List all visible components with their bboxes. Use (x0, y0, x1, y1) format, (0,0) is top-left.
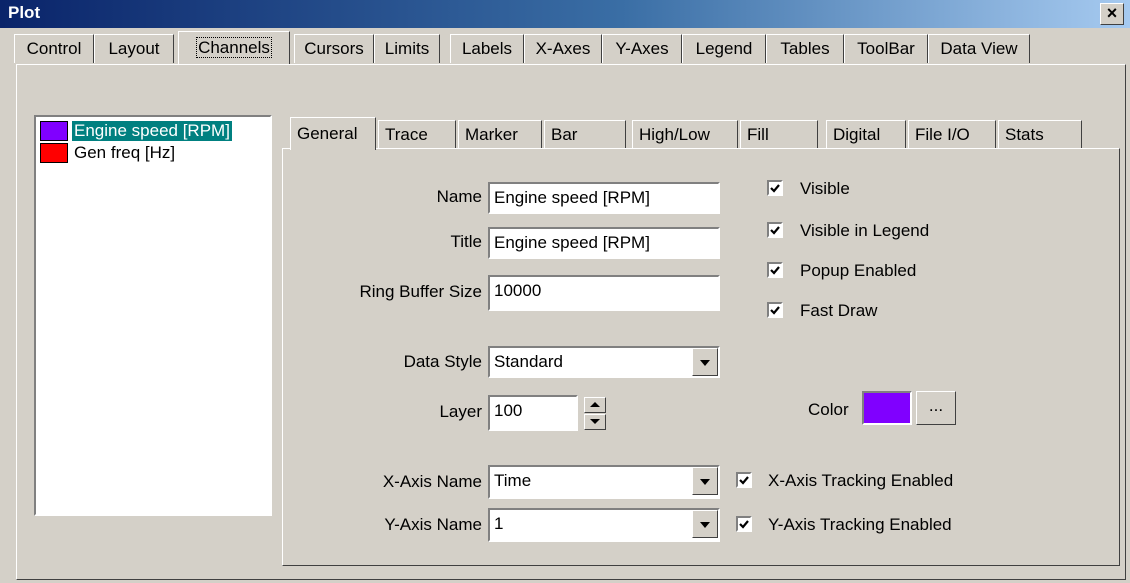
checkmark-icon (739, 520, 749, 529)
tab-file-io[interactable]: File I/O (908, 120, 996, 148)
name-input[interactable]: Engine speed [RPM] (488, 182, 720, 214)
checkmark-icon (770, 266, 780, 275)
tab-marker[interactable]: Marker (458, 120, 542, 148)
chevron-down-icon[interactable] (692, 348, 718, 376)
visible-label: Visible (800, 179, 850, 198)
name-label: Name (436, 187, 482, 206)
tab-bar[interactable]: Bar (544, 120, 626, 148)
title-label: Title (450, 232, 483, 251)
channel-color-swatch (40, 121, 68, 141)
tab-limits[interactable]: Limits (374, 34, 440, 63)
tab-digital[interactable]: Digital (826, 120, 906, 148)
close-button[interactable]: × (1100, 3, 1124, 25)
channel-color-swatch (40, 143, 68, 163)
tab-channels[interactable]: Channels (178, 31, 290, 64)
color-picker-button[interactable]: ... (916, 391, 956, 425)
popup-enabled-label: Popup Enabled (800, 261, 917, 280)
tab-trace[interactable]: Trace (378, 120, 456, 148)
x-axis-tracking-label: X-Axis Tracking Enabled (768, 471, 954, 490)
tab-x-axes[interactable]: X-Axes (524, 34, 602, 63)
channel-item-gen-freq[interactable]: Gen freq [Hz] (38, 141, 266, 165)
tab-high-low[interactable]: High/Low (632, 120, 738, 148)
x-axis-name-label: X-Axis Name (382, 472, 482, 491)
chevron-down-icon[interactable] (692, 510, 718, 538)
data-style-select[interactable]: Standard (488, 346, 720, 378)
tab-toolbar[interactable]: ToolBar (844, 34, 928, 63)
tab-general[interactable]: General (290, 117, 376, 150)
y-axis-name-select[interactable]: 1 (488, 508, 720, 542)
color-label: Color (808, 400, 849, 419)
ring-buffer-size-label: Ring Buffer Size (359, 282, 482, 301)
checkmark-icon (739, 476, 749, 485)
ring-buffer-size-input[interactable]: 10000 (488, 275, 720, 311)
tab-labels[interactable]: Labels (450, 34, 524, 63)
y-axis-tracking-label: Y-Axis Tracking Enabled (768, 515, 952, 534)
chevron-down-icon[interactable] (692, 467, 718, 495)
fast-draw-label: Fast Draw (800, 301, 878, 320)
data-style-label: Data Style (403, 352, 482, 371)
channel-item-engine-speed[interactable]: Engine speed [RPM] (38, 119, 266, 143)
tab-data-view[interactable]: Data View (928, 34, 1030, 63)
title-input[interactable]: Engine speed [RPM] (488, 227, 720, 259)
spin-up-icon[interactable] (584, 397, 606, 413)
close-icon: × (1106, 3, 1118, 23)
tab-stats[interactable]: Stats (998, 120, 1082, 148)
tab-tables[interactable]: Tables (766, 34, 844, 63)
y-axis-tracking-checkbox[interactable] (736, 516, 752, 532)
visible-in-legend-checkbox[interactable] (767, 222, 783, 238)
y-axis-name-label: Y-Axis Name (384, 515, 482, 534)
popup-enabled-checkbox[interactable] (767, 262, 783, 278)
x-axis-name-select[interactable]: Time (488, 465, 720, 499)
checkmark-icon (770, 306, 780, 315)
visible-checkbox[interactable] (767, 180, 783, 196)
layer-label: Layer (439, 402, 482, 421)
title-bar[interactable]: Plot × (0, 0, 1130, 28)
channel-list[interactable]: Engine speed [RPM] Gen freq [Hz] (34, 115, 272, 516)
checkmark-icon (770, 184, 780, 193)
visible-in-legend-label: Visible in Legend (800, 221, 930, 240)
x-axis-tracking-checkbox[interactable] (736, 472, 752, 488)
tab-y-axes[interactable]: Y-Axes (602, 34, 682, 63)
tab-fill[interactable]: Fill (740, 120, 818, 148)
layer-input[interactable]: 100 (488, 395, 578, 431)
window-title: Plot (8, 3, 41, 22)
channel-label: Engine speed [RPM] (72, 121, 232, 141)
tab-legend[interactable]: Legend (682, 34, 766, 63)
tab-layout[interactable]: Layout (94, 34, 174, 63)
color-swatch[interactable] (862, 391, 912, 425)
checkmark-icon (770, 226, 780, 235)
fast-draw-checkbox[interactable] (767, 302, 783, 318)
tab-cursors[interactable]: Cursors (294, 34, 374, 63)
spin-down-icon[interactable] (584, 414, 606, 430)
tab-control[interactable]: Control (14, 34, 94, 63)
channel-label: Gen freq [Hz] (74, 143, 176, 162)
